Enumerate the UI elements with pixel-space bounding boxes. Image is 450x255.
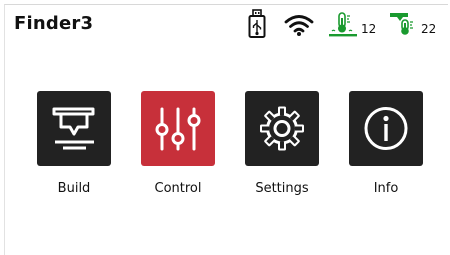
sliders-icon: [155, 107, 201, 151]
settings-button[interactable]: [245, 91, 319, 166]
build-button[interactable]: [37, 91, 111, 166]
bed-temp-value: 12: [361, 22, 377, 36]
nozzle-temp-value: 22: [421, 22, 437, 36]
info-label: Info: [373, 181, 399, 196]
build-icon: [52, 107, 95, 150]
status-bar: 12 22: [0, 0, 450, 50]
gear-icon: [260, 106, 304, 151]
control-button[interactable]: [141, 91, 215, 166]
settings-label: Settings: [255, 181, 309, 196]
control-label: Control: [154, 181, 202, 196]
nozzle-temperature-icon: [390, 13, 413, 35]
info-button[interactable]: [349, 91, 423, 166]
build-label: Build: [57, 181, 91, 196]
bed-temperature-icon: [329, 12, 357, 37]
wifi-icon: [284, 15, 314, 36]
info-icon: [364, 107, 408, 150]
usb-drive-icon: [248, 9, 266, 38]
